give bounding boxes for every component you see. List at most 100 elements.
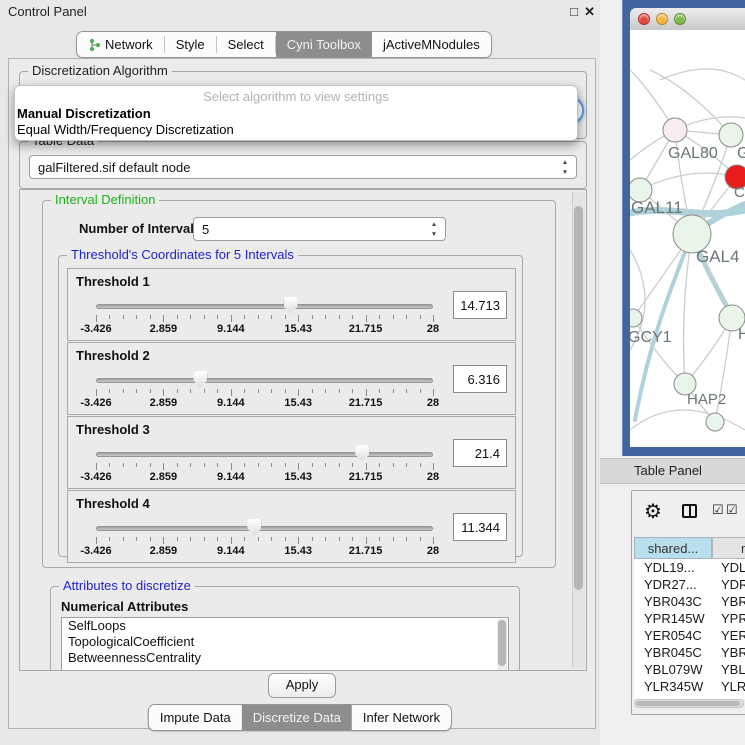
table-row[interactable]: YLR345WYLR3 <box>634 678 745 695</box>
numerical-attributes-list[interactable]: SelfLoopsTopologicalCoefficientBetweenne… <box>61 617 509 671</box>
slider-track[interactable] <box>96 452 433 457</box>
checkbox-icon[interactable]: ☑ <box>712 502 724 518</box>
network-node-gcy1[interactable] <box>630 309 642 327</box>
top-tab-bar: NetworkStyleSelectCyni ToolboxjActiveMNo… <box>76 31 492 58</box>
tick-label: 28 <box>427 397 439 409</box>
node-label: GAL80 <box>668 145 718 162</box>
tab-network[interactable]: Network <box>77 32 164 57</box>
tab-cyni-toolbox[interactable]: Cyni Toolbox <box>276 32 372 57</box>
minimize-traffic-light[interactable] <box>656 13 668 25</box>
threshold-value-field[interactable]: 11.344 <box>453 513 507 541</box>
column-header-name[interactable]: na <box>712 537 745 559</box>
cell-name[interactable]: YDL1 <box>712 559 745 576</box>
table-row[interactable]: YPR145WYPR1 <box>634 610 745 627</box>
slider-thumb[interactable] <box>247 519 261 536</box>
horizontal-scrollbar[interactable] <box>634 699 744 708</box>
cell-name[interactable]: YBL0 <box>712 661 745 678</box>
table-panel-title: Table Panel <box>634 463 702 478</box>
number-of-intervals-combobox[interactable]: 5 ▲▼ <box>193 217 446 241</box>
cell-name[interactable]: YLR3 <box>712 678 745 695</box>
scrollbar-thumb[interactable] <box>574 206 583 590</box>
checkbox-icon[interactable]: ☑ <box>726 502 738 518</box>
columns-icon[interactable] <box>682 504 697 518</box>
list-scrollbar[interactable] <box>497 619 507 671</box>
section-title: Threshold's Coordinates for 5 Intervals <box>67 247 298 262</box>
attribute-item[interactable]: SelfLoops <box>62 618 508 634</box>
network-node-gal80[interactable] <box>663 118 687 142</box>
cell-shared-name[interactable]: YPR145W <box>634 610 712 627</box>
table-row[interactable]: YER054CYER0 <box>634 627 745 644</box>
slider-track[interactable] <box>96 526 433 531</box>
cell-shared-name[interactable]: YBR043C <box>634 593 712 610</box>
slider-thumb[interactable] <box>355 445 369 462</box>
cell-name[interactable]: YDR2 <box>712 576 745 593</box>
cell-shared-name[interactable]: YBL079W <box>634 661 712 678</box>
tab-infer-network[interactable]: Infer Network <box>352 705 451 730</box>
tick-label: 2.859 <box>150 323 178 335</box>
threshold-value-field[interactable]: 14.713 <box>453 291 507 319</box>
popup-option-manual[interactable]: Manual Discretization <box>15 106 577 122</box>
cell-shared-name[interactable]: YBR045C <box>634 644 712 661</box>
threshold-value-field[interactable]: 21.4 <box>453 439 507 467</box>
cell-shared-name[interactable]: YDR27... <box>634 576 712 593</box>
tick-label: 21.715 <box>349 545 383 557</box>
table-toolbar: ⚙ ☑ ☑ <box>632 491 745 535</box>
cell-shared-name[interactable]: YLR345W <box>634 678 712 695</box>
table-data-combobox[interactable]: galFiltered.sif default node ▲▼ <box>29 155 577 179</box>
tick-label: -3.426 <box>80 471 111 483</box>
table-row[interactable]: YBR045CYBR0 <box>634 644 745 661</box>
table-row[interactable]: YBL079WYBL0 <box>634 661 745 678</box>
cell-name[interactable]: YBR0 <box>712 644 745 661</box>
threshold-slider[interactable]: -3.4262.8599.14415.4321.71528 <box>96 519 433 559</box>
slider-track[interactable] <box>96 304 433 309</box>
table-row[interactable]: YDL19...YDL1 <box>634 559 745 576</box>
network-window-titlebar[interactable] <box>630 8 745 31</box>
cell-shared-name[interactable]: YER054C <box>634 627 712 644</box>
tab-jactivemnodules[interactable]: jActiveMNodules <box>372 32 491 57</box>
slider-thumb[interactable] <box>193 371 207 388</box>
float-window-icon[interactable]: □ <box>570 4 578 19</box>
tab-impute-data[interactable]: Impute Data <box>149 705 242 730</box>
scrollbar-thumb[interactable] <box>498 620 506 666</box>
cell-name[interactable]: YBR0 <box>712 593 745 610</box>
cell-name[interactable]: YER0 <box>712 627 745 644</box>
network-view-window[interactable]: GAL80GACGAL11GAL4GCY1HHAP2 <box>622 0 745 456</box>
scrollbar-thumb[interactable] <box>636 701 740 706</box>
slider-tick-labels: -3.4262.8599.14415.4321.71528 <box>96 397 433 410</box>
cell-shared-name[interactable]: YDL19... <box>634 559 712 576</box>
tick-label: 28 <box>427 471 439 483</box>
cell-name[interactable]: YPR1 <box>712 610 745 627</box>
threshold-slider[interactable]: -3.4262.8599.14415.4321.71528 <box>96 445 433 485</box>
column-header-shared-name[interactable]: shared... <box>634 537 712 559</box>
close-icon[interactable]: ✕ <box>584 4 595 20</box>
threshold-panel: Threshold 1 -3.4262.8599.14415.4321.7152… <box>67 268 516 341</box>
combo-arrows-icon: ▲▼ <box>560 158 570 178</box>
table-row[interactable]: YBR043CYBR0 <box>634 593 745 610</box>
vertical-scrollbar[interactable] <box>572 192 585 668</box>
popup-hint: Select algorithm to view settings <box>15 88 577 106</box>
tick-label: 2.859 <box>150 545 178 557</box>
attribute-item[interactable]: BetweennessCentrality <box>62 650 508 666</box>
tab-select[interactable]: Select <box>217 32 275 57</box>
tick-label: -3.426 <box>80 323 111 335</box>
network-node[interactable] <box>706 413 724 431</box>
control-panel-window: Control Panel □ ✕ NetworkStyleSelectCyni… <box>0 0 600 745</box>
apply-button[interactable]: Apply <box>268 673 336 698</box>
table-data-value: galFiltered.sif default node <box>38 160 190 175</box>
slider-track[interactable] <box>96 378 433 383</box>
network-node-ga[interactable] <box>719 123 743 147</box>
window-title: Control Panel <box>8 4 87 19</box>
tab-discretize-data[interactable]: Discretize Data <box>242 705 352 730</box>
network-canvas[interactable]: GAL80GACGAL11GAL4GCY1HHAP2 <box>630 30 745 447</box>
close-traffic-light[interactable] <box>638 13 650 25</box>
gear-icon[interactable]: ⚙ <box>644 499 662 524</box>
zoom-traffic-light[interactable] <box>674 13 686 25</box>
table-row[interactable]: YDR27...YDR2 <box>634 576 745 593</box>
attribute-item[interactable]: TopologicalCoefficient <box>62 634 508 650</box>
slider-thumb[interactable] <box>284 297 298 314</box>
threshold-slider[interactable]: -3.4262.8599.14415.4321.71528 <box>96 297 433 337</box>
tab-style[interactable]: Style <box>165 32 216 57</box>
threshold-value-field[interactable]: 6.316 <box>453 365 507 393</box>
popup-option-equal-width[interactable]: Equal Width/Frequency Discretization <box>15 122 577 138</box>
threshold-slider[interactable]: -3.4262.8599.14415.4321.71528 <box>96 371 433 411</box>
